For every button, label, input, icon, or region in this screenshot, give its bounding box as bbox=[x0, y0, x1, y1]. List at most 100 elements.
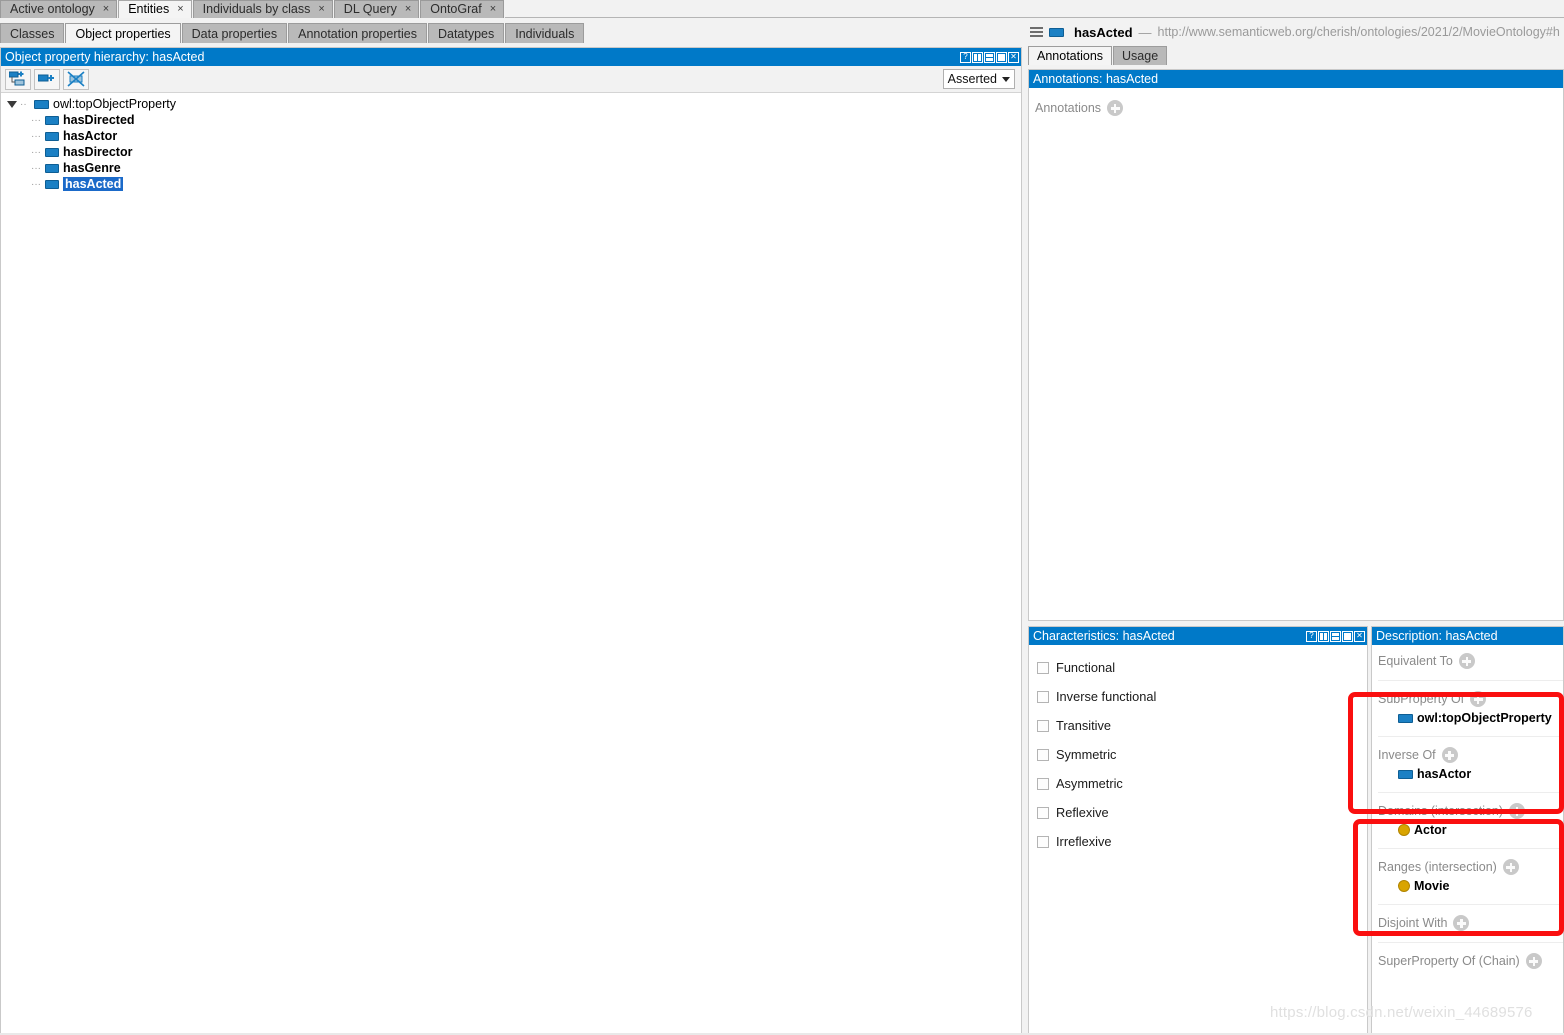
description-group-subproperty-of: SubProperty Of owl:topObjectProperty bbox=[1378, 689, 1563, 733]
description-field-row: Equivalent To bbox=[1378, 651, 1563, 671]
tab-data-properties[interactable]: Data properties bbox=[181, 23, 288, 43]
add-annotation-icon[interactable] bbox=[1107, 100, 1124, 116]
object-property-icon bbox=[1398, 713, 1413, 723]
tab-ontograf[interactable]: OntoGraf × bbox=[420, 0, 505, 18]
chevron-down-icon bbox=[1002, 76, 1010, 82]
tab-datatypes[interactable]: Datatypes bbox=[427, 23, 505, 43]
description-value-label: Actor bbox=[1414, 823, 1447, 837]
expand-collapse-icon[interactable] bbox=[7, 100, 17, 108]
tree-connector: ··· bbox=[31, 146, 41, 158]
characteristic-transitive[interactable]: Transitive bbox=[1037, 711, 1367, 740]
annotations-field-row: Annotations bbox=[1035, 98, 1563, 118]
checkbox[interactable] bbox=[1037, 661, 1049, 674]
tab-individuals[interactable]: Individuals bbox=[505, 23, 585, 43]
maximize-icon[interactable] bbox=[996, 51, 1007, 63]
characteristic-reflexive[interactable]: Reflexive bbox=[1037, 798, 1367, 827]
description-body: Equivalent To SubProperty Of owl:topObje… bbox=[1372, 645, 1563, 1034]
tab-entities[interactable]: Entities × bbox=[118, 0, 192, 18]
description-value-row[interactable]: hasActor bbox=[1378, 765, 1563, 783]
close-icon[interactable]: ✕ bbox=[1008, 51, 1019, 63]
characteristic-inverse-functional[interactable]: Inverse functional bbox=[1037, 682, 1367, 711]
tree-row-root[interactable]: ·· owl:topObjectProperty bbox=[1, 96, 1021, 112]
tree-item-label: hasDirected bbox=[63, 113, 135, 127]
close-icon[interactable]: × bbox=[490, 4, 496, 15]
tab-annotation-properties[interactable]: Annotation properties bbox=[288, 23, 427, 43]
add-sub-property-icon[interactable] bbox=[5, 68, 31, 90]
close-icon[interactable]: × bbox=[405, 4, 411, 15]
tab-dl-query[interactable]: DL Query × bbox=[333, 0, 420, 18]
checkbox[interactable] bbox=[1037, 777, 1049, 790]
description-field-row: SubProperty Of bbox=[1378, 689, 1563, 709]
add-sibling-property-icon[interactable] bbox=[34, 68, 60, 90]
help-icon[interactable]: ? bbox=[960, 51, 971, 63]
characteristic-label: Asymmetric bbox=[1056, 776, 1123, 791]
object-property-tree[interactable]: ·· owl:topObjectProperty ··· hasDirected… bbox=[1, 93, 1021, 1033]
tree-item-label: hasActed bbox=[63, 177, 124, 191]
characteristic-symmetric[interactable]: Symmetric bbox=[1037, 740, 1367, 769]
tab-active-ontology[interactable]: Active ontology × bbox=[0, 0, 118, 18]
add-domain-icon[interactable] bbox=[1509, 803, 1526, 819]
description-field-row: Ranges (intersection) bbox=[1378, 857, 1563, 877]
tab-object-properties[interactable]: Object properties bbox=[65, 23, 181, 43]
tab-annotations[interactable]: Annotations bbox=[1028, 46, 1113, 65]
tree-row[interactable]: ··· hasDirected bbox=[1, 112, 1021, 128]
maximize-icon[interactable] bbox=[1342, 630, 1353, 642]
tab-label: Data properties bbox=[191, 26, 278, 41]
entity-tab-bar: Classes Object properties Data propertie… bbox=[0, 22, 1020, 43]
add-subproperty-of-icon[interactable] bbox=[1470, 691, 1487, 707]
description-value-row[interactable]: Actor bbox=[1378, 821, 1563, 839]
tab-individuals-by-class[interactable]: Individuals by class × bbox=[192, 0, 333, 18]
checkbox[interactable] bbox=[1037, 835, 1049, 848]
add-inverse-of-icon[interactable] bbox=[1441, 747, 1458, 763]
entity-separator: — bbox=[1138, 24, 1152, 40]
entity-header: hasActed — http://www.semanticweb.org/ch… bbox=[1028, 22, 1564, 42]
close-icon[interactable]: ✕ bbox=[1354, 630, 1365, 642]
tree-row[interactable]: ··· hasDirector bbox=[1, 144, 1021, 160]
checkbox[interactable] bbox=[1037, 719, 1049, 732]
characteristic-irreflexive[interactable]: Irreflexive bbox=[1037, 827, 1367, 856]
tab-label: Active ontology bbox=[10, 2, 95, 17]
add-range-icon[interactable] bbox=[1502, 859, 1519, 875]
split-vertical-icon[interactable] bbox=[1318, 630, 1329, 642]
divider bbox=[1378, 680, 1563, 681]
panel-title-bar: Object property hierarchy: hasActed ? ✕ bbox=[1, 48, 1021, 66]
delete-property-icon[interactable] bbox=[63, 68, 89, 90]
characteristic-label: Reflexive bbox=[1056, 805, 1109, 820]
tree-row-selected[interactable]: ··· hasActed bbox=[1, 176, 1021, 192]
divider bbox=[1378, 904, 1563, 905]
split-horizontal-icon[interactable] bbox=[1330, 630, 1341, 642]
checkbox[interactable] bbox=[1037, 690, 1049, 703]
annotations-field-label: Annotations bbox=[1035, 101, 1102, 115]
description-field-label: SuperProperty Of (Chain) bbox=[1378, 954, 1520, 968]
add-disjoint-with-icon[interactable] bbox=[1453, 915, 1470, 931]
description-field-row: SuperProperty Of (Chain) bbox=[1378, 951, 1563, 971]
entity-detail-tab-bar: Annotations Usage bbox=[1028, 45, 1564, 65]
tab-usage[interactable]: Usage bbox=[1113, 46, 1168, 65]
characteristic-functional[interactable]: Functional bbox=[1037, 653, 1367, 682]
close-icon[interactable]: × bbox=[318, 4, 324, 15]
add-superproperty-chain-icon[interactable] bbox=[1525, 953, 1542, 969]
help-icon[interactable]: ? bbox=[1306, 630, 1317, 642]
characteristics-body: Functional Inverse functional Transitive… bbox=[1029, 645, 1367, 1034]
tree-connector: ··· bbox=[31, 162, 41, 174]
checkbox[interactable] bbox=[1037, 806, 1049, 819]
description-value-row[interactable]: Movie bbox=[1378, 877, 1563, 895]
close-icon[interactable]: × bbox=[177, 4, 183, 15]
description-field-label: Ranges (intersection) bbox=[1378, 860, 1497, 874]
tab-classes[interactable]: Classes bbox=[0, 23, 65, 43]
add-equivalent-to-icon[interactable] bbox=[1458, 653, 1475, 669]
tab-label: Object properties bbox=[75, 26, 171, 41]
reasoner-view-selector[interactable]: Asserted bbox=[942, 69, 1015, 89]
tree-row[interactable]: ··· hasGenre bbox=[1, 160, 1021, 176]
split-horizontal-icon[interactable] bbox=[984, 51, 995, 63]
description-value-row[interactable]: owl:topObjectProperty bbox=[1378, 709, 1563, 727]
hamburger-menu-icon[interactable] bbox=[1030, 27, 1043, 37]
close-icon[interactable]: × bbox=[103, 4, 109, 15]
tree-row[interactable]: ··· hasActor bbox=[1, 128, 1021, 144]
description-group-equivalent-to: Equivalent To bbox=[1378, 651, 1563, 677]
split-vertical-icon[interactable] bbox=[972, 51, 983, 63]
tab-label: DL Query bbox=[343, 2, 397, 17]
tab-label: Individuals bbox=[515, 26, 575, 41]
characteristic-asymmetric[interactable]: Asymmetric bbox=[1037, 769, 1367, 798]
checkbox[interactable] bbox=[1037, 748, 1049, 761]
